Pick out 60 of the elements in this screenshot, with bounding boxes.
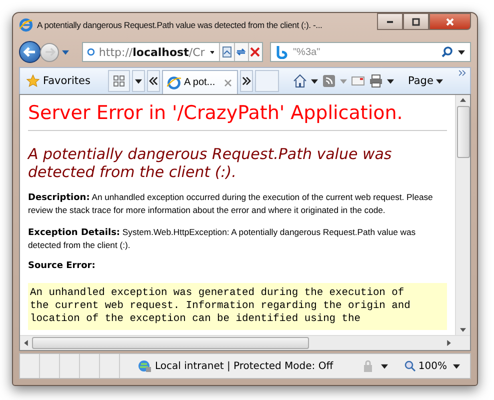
search-provider-icon [275,45,289,59]
caret-icon [436,78,444,84]
globe-icon [138,359,152,373]
browser-tab[interactable]: A pot... [162,70,238,94]
dropdown-icon[interactable] [453,364,460,368]
vertical-scrollbar[interactable] [455,95,470,335]
scroll-up-icon[interactable] [460,98,466,102]
close-tab-icon[interactable] [224,78,232,86]
quick-tabs-button[interactable] [108,70,130,92]
window-title: A potentially dangerous Request.Path value was detected from the client (:). -... [37,20,324,30]
section-label: Source Error: [28,261,96,271]
maximize-icon [411,16,421,26]
grid-icon [113,75,125,87]
error-message: A potentially dangerous Request.Path value was detected from the client (:). [28,145,393,181]
double-chevron-right-icon [242,77,251,85]
double-chevron-left-icon [149,77,158,85]
address-field[interactable]: http://localhost/Cr [82,42,263,62]
more-commands-icon[interactable] [459,70,466,76]
home-icon[interactable] [293,74,307,88]
code-line: An unhandled exception was generated during the execution of [30,287,406,300]
error-detail: Exception Details: System.Web.HttpException: A potentially dangerous Request.Path value was detected from the client (:). [28,226,417,251]
scrollbar-thumb[interactable] [456,106,470,158]
caret-icon [135,78,142,84]
scroll-right-button[interactable] [240,70,253,92]
page-menu[interactable]: Page [398,75,444,87]
code-line: location of the exception can be identified using the [30,313,362,326]
back-button[interactable] [19,41,41,63]
printer-icon[interactable] [369,74,383,88]
scroll-right-icon[interactable] [447,340,451,346]
scroll-left-button[interactable] [147,70,160,92]
stop-icon[interactable] [248,43,262,61]
error-detail: Description: An unhandled exception occurred during the execution of the current web request. Please review the stack trace for more information about the error and where it originated in the code. [28,191,434,216]
minimize-icon [387,20,393,22]
scrollbar-thumb[interactable] [32,337,309,349]
star-icon [26,74,40,88]
scroll-left-icon[interactable] [24,340,28,346]
dropdown-icon[interactable] [458,50,465,54]
close-button[interactable] [429,13,471,30]
code-line: the current web request. Information regarding the origin and [30,300,412,313]
dropdown-icon[interactable] [381,364,388,368]
magnifier-icon [404,360,416,372]
minimize-button[interactable] [377,13,403,30]
refresh-icon[interactable] [234,43,248,61]
tab-list-button[interactable] [132,70,145,92]
arrow-right-icon [42,45,56,59]
mail-icon[interactable] [351,74,365,88]
favorites-button[interactable]: Favorites [26,74,106,88]
maximize-button[interactable] [403,13,429,30]
dropdown-icon[interactable] [210,50,214,54]
security-zone[interactable]: Local intranet | Protected Mode: Off [138,359,334,373]
search-icon[interactable] [441,46,453,58]
dropdown-icon[interactable] [311,78,318,84]
horizontal-scrollbar[interactable] [20,335,470,350]
zoom-level[interactable]: 100% [404,360,447,372]
error-heading: Server Error in '/CrazyPath' Application. [28,101,404,125]
scroll-down-icon[interactable] [460,328,466,332]
dropdown-icon[interactable] [387,78,394,84]
search-field[interactable]: "%3a" [270,42,471,62]
close-icon [445,16,455,26]
browser-logo-icon [19,18,33,32]
